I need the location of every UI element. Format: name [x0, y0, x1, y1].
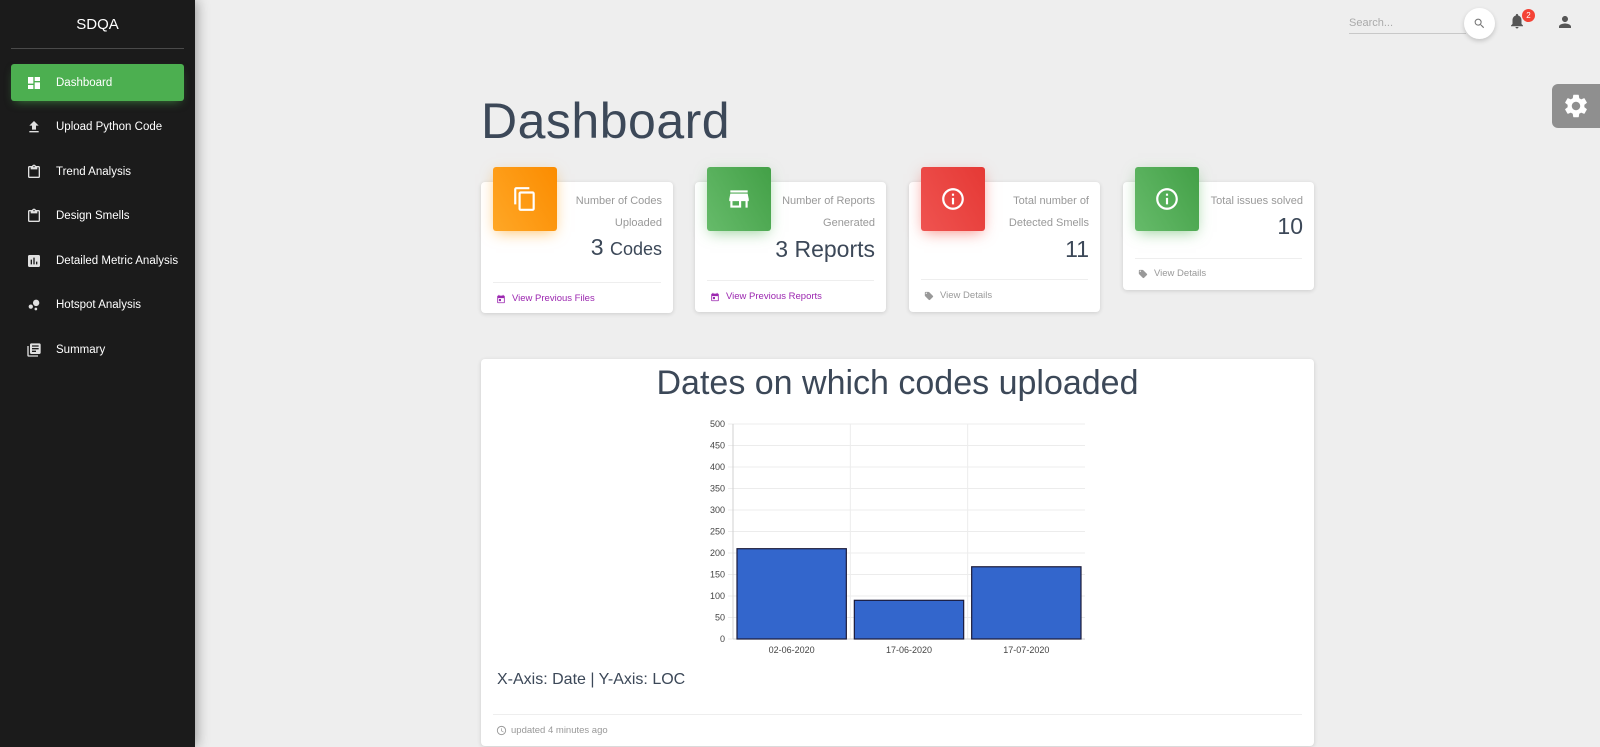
sidebar-item-summary[interactable]: Summary: [11, 331, 184, 368]
y-tick-label: 300: [710, 505, 725, 515]
card-value: 3 Reports: [775, 236, 875, 262]
sidebar: SDQA Dashboard Upload Python Code Trend …: [0, 0, 195, 747]
upload-icon: [25, 118, 43, 136]
list-icon: [25, 341, 43, 359]
y-tick-label: 50: [715, 613, 725, 623]
card-category: Total issues solved: [1210, 195, 1303, 207]
top-navbar: 2: [1300, 0, 1600, 45]
user-menu-button[interactable]: [1556, 13, 1576, 33]
person-icon: [1559, 16, 1571, 28]
card-number: 3: [590, 234, 604, 260]
info-icon: [942, 188, 964, 210]
copy-icon: [514, 187, 535, 211]
view-details-link[interactable]: View Details: [924, 290, 992, 301]
sidebar-item-label: Detailed Metric Analysis: [56, 254, 179, 267]
sidebar-item-label: Dashboard: [56, 76, 113, 89]
clipboard-icon: [25, 207, 43, 225]
card-footer-label: View Details: [940, 290, 993, 301]
y-tick-label: 250: [710, 527, 725, 537]
card-footer-label: View Previous Reports: [726, 291, 822, 302]
chart-card: Dates on which codes uploaded 0 50 100 150 2…: [481, 359, 1314, 746]
card-icon-box: [921, 167, 985, 231]
stat-card-smells: Total number of Detected Smells 11 View …: [909, 167, 1100, 312]
brand-divider: [11, 48, 184, 49]
sidebar-item-label: Trend Analysis: [56, 165, 131, 178]
y-tick-label: 150: [710, 570, 725, 580]
chart-divider: [493, 714, 1302, 715]
card-value: 3 Codes: [591, 234, 662, 261]
bar-chart-icon: [25, 252, 43, 270]
sidebar-item-trend-analysis[interactable]: Trend Analysis: [11, 153, 184, 190]
stat-card-issues-solved: Total issues solved 10 View Details: [1123, 167, 1314, 290]
notification-badge: 2: [1522, 9, 1535, 22]
card-value: 11: [1065, 236, 1089, 262]
settings-button[interactable]: [1552, 84, 1600, 128]
chart-updated-text: updated 4 minutes ago: [511, 725, 608, 736]
sidebar-item-hotspot-analysis[interactable]: Hotspot Analysis: [11, 287, 184, 324]
y-tick-label: 450: [710, 441, 725, 451]
card-value: 10: [1277, 213, 1303, 239]
card-divider: [493, 282, 661, 283]
sidebar-item-upload-python-code[interactable]: Upload Python Code: [11, 109, 184, 146]
calendar-icon: [497, 294, 505, 303]
y-tick-label: 200: [710, 548, 725, 558]
card-category: Total number of Detected Smells: [1008, 195, 1089, 229]
card-unit: Codes: [609, 239, 662, 259]
gear-icon: [1565, 94, 1587, 118]
y-tick-label: 100: [710, 591, 725, 601]
bar: [736, 548, 847, 640]
bar: [853, 599, 965, 640]
brand-logo[interactable]: SDQA: [0, 0, 195, 48]
y-tick-label: 350: [710, 484, 725, 494]
clipboard-icon: [25, 163, 43, 181]
sidebar-item-design-smells[interactable]: Design Smells: [11, 198, 184, 235]
card-divider: [707, 280, 874, 281]
card-category: Number of Codes Uploaded: [575, 195, 662, 229]
sidebar-item-dashboard[interactable]: Dashboard: [11, 64, 184, 101]
sidebar-item-label: Upload Python Code: [56, 121, 163, 133]
sidebar-item-label: Design Smells: [56, 210, 130, 222]
view-previous-reports-link[interactable]: View Previous Reports: [710, 291, 822, 302]
sidebar-nav: Dashboard Upload Python Code Trend Analy…: [0, 64, 195, 368]
x-tick-label: 02-06-2020: [769, 645, 815, 655]
dashboard-icon: [25, 74, 43, 92]
notifications-button[interactable]: 2: [1508, 9, 1535, 34]
card-icon-box: [1135, 167, 1199, 231]
sidebar-item-label: Hotspot Analysis: [56, 299, 142, 311]
tag-icon: [1138, 269, 1148, 278]
tag-icon: [924, 291, 934, 300]
search-button[interactable]: [1464, 8, 1495, 39]
stat-card-reports: Number of Reports Generated 3 Reports Vi…: [695, 167, 886, 312]
search-input[interactable]: [1349, 12, 1466, 34]
card-icon-box: [707, 167, 771, 231]
chart-footer: updated 4 minutes ago: [496, 725, 608, 736]
card-divider: [921, 279, 1088, 280]
card-footer-label: View Previous Files: [512, 293, 595, 304]
chart-caption: X-Axis: Date | Y-Axis: LOC: [497, 671, 686, 688]
view-previous-files-link[interactable]: View Previous Files: [496, 293, 595, 304]
card-category: Number of Reports Generated: [782, 195, 875, 229]
y-tick-label: 400: [710, 462, 725, 472]
bar: [971, 566, 1082, 640]
bar-chart: 0 50 100 150 200 250 300 350 400 450 500 02-06-2020…: [710, 419, 1085, 655]
clock-icon: [496, 725, 507, 736]
info-icon: [1156, 188, 1178, 210]
x-tick-label: 17-06-2020: [886, 645, 932, 655]
calendar-icon: [711, 292, 719, 301]
sidebar-item-detailed-metric-analysis[interactable]: Detailed Metric Analysis: [11, 242, 184, 279]
card-footer-label: View Details: [1154, 268, 1207, 279]
card-divider: [1135, 258, 1302, 259]
stat-card-codes: Number of Codes Uploaded 3 Codes View Pr…: [481, 167, 673, 313]
view-details-link[interactable]: View Details: [1138, 268, 1206, 279]
page-title: Dashboard: [481, 93, 731, 149]
sidebar-item-label: Summary: [56, 343, 106, 356]
bubble-icon: [25, 296, 43, 314]
card-icon-box: [493, 167, 557, 231]
y-tick-label: 500: [710, 419, 725, 429]
search-icon: [1474, 18, 1485, 29]
y-tick-label: 0: [720, 634, 725, 644]
store-icon: [729, 190, 749, 208]
x-tick-label: 17-07-2020: [1003, 645, 1049, 655]
